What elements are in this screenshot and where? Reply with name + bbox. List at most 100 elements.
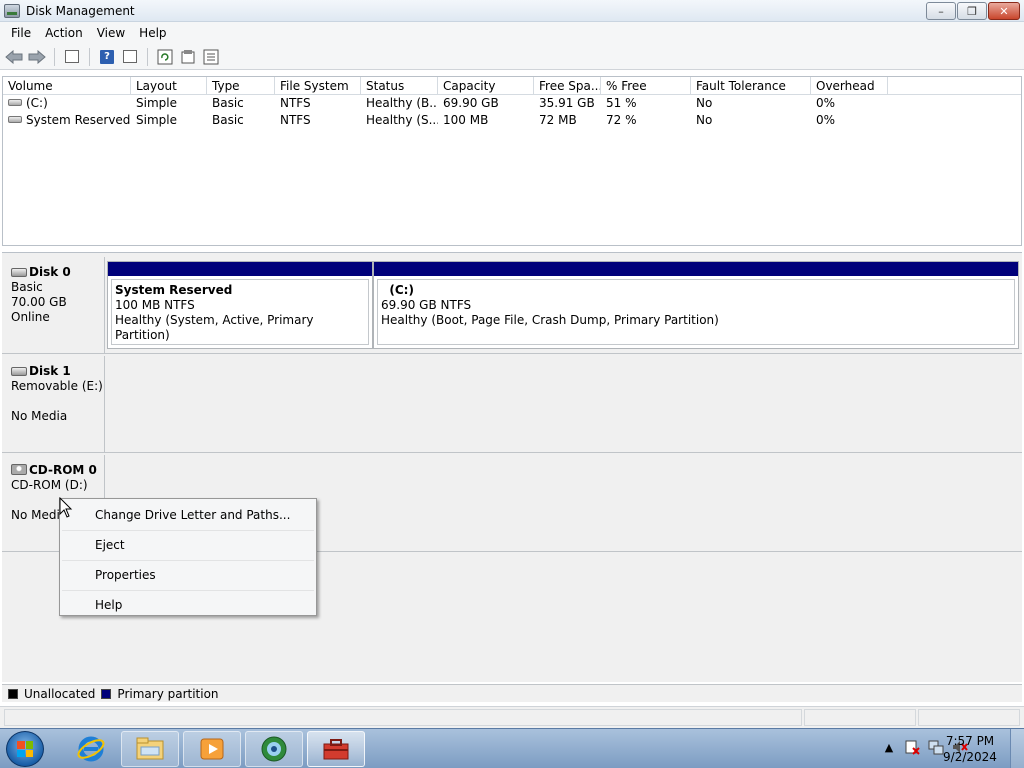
- media-player-icon: [200, 738, 224, 760]
- column-header-overhead[interactable]: Overhead: [811, 77, 888, 95]
- volume-icon: [8, 99, 22, 106]
- taskbar-internet-explorer[interactable]: [62, 731, 120, 767]
- disk-label-disk-0[interactable]: Disk 0 Basic 70.00 GB Online: [2, 257, 105, 353]
- menu-action[interactable]: Action: [38, 26, 90, 40]
- disk-type: CD-ROM (D:): [11, 478, 88, 492]
- taskbar-clock[interactable]: 7:57 PM 9/2/2024: [940, 733, 1000, 765]
- partition-size: 100 MB NTFS: [115, 298, 195, 312]
- help-icon: ?: [100, 49, 114, 64]
- menu-item-properties[interactable]: Properties: [62, 561, 314, 591]
- partition-body: (C:) 69.90 GB NTFS Healthy (Boot, Page F…: [377, 279, 1015, 345]
- column-header-layout[interactable]: Layout: [131, 77, 207, 95]
- maximize-button[interactable]: ❐: [957, 2, 987, 20]
- title-bar[interactable]: Disk Management – ❐ ✕: [0, 0, 1024, 22]
- capacity-cell: 69.90 GB: [443, 96, 499, 110]
- internet-explorer-icon: [77, 736, 105, 762]
- volume-cell: System Reserved: [3, 112, 131, 129]
- clock-time: 7:57 PM: [945, 734, 995, 748]
- file-system-cell: NTFS: [280, 96, 311, 110]
- partition-body: System Reserved 100 MB NTFS Healthy (Sys…: [111, 279, 369, 345]
- show-hide-action-pane-button[interactable]: [120, 47, 140, 67]
- help-button[interactable]: ?: [97, 47, 117, 67]
- column-header-type[interactable]: Type: [207, 77, 275, 95]
- minimize-button[interactable]: –: [926, 2, 956, 20]
- column-header-free-space[interactable]: Free Spa...: [534, 77, 601, 95]
- export-list-button[interactable]: [201, 47, 221, 67]
- column-header-file-system[interactable]: File System: [275, 77, 361, 95]
- column-header-volume[interactable]: Volume: [3, 77, 131, 95]
- close-button[interactable]: ✕: [988, 2, 1020, 20]
- status-cell: Healthy (S...: [366, 113, 438, 127]
- volume-cell: (C:): [3, 95, 131, 112]
- menu-help[interactable]: Help: [132, 26, 173, 40]
- taskbar-media-player[interactable]: [183, 731, 241, 767]
- clock-date: 9/2/2024: [943, 750, 997, 764]
- legend: Unallocated Primary partition: [2, 684, 1022, 702]
- taskbar-computer-management[interactable]: [307, 731, 365, 767]
- disk-size: 70.00 GB: [11, 295, 67, 309]
- partition-c-drive[interactable]: (C:) 69.90 GB NTFS Healthy (Boot, Page F…: [373, 261, 1019, 349]
- table-row[interactable]: System Reserved Simple Basic NTFS Health…: [3, 112, 1021, 129]
- menu-file[interactable]: File: [4, 26, 38, 40]
- start-button[interactable]: [6, 731, 44, 767]
- disk-name: Disk 0: [29, 265, 71, 279]
- action-center-icon[interactable]: [904, 739, 920, 755]
- taskbar-windows-explorer[interactable]: [121, 731, 179, 767]
- percent-free-cell: 51 %: [606, 96, 637, 110]
- show-hidden-icons-arrow[interactable]: ▲: [882, 740, 896, 754]
- windows-explorer-icon: [136, 737, 164, 760]
- status-pane: [4, 709, 802, 726]
- percent-free-cell: 72 %: [606, 113, 637, 127]
- windows-media-center-icon: [261, 736, 287, 762]
- back-arrow-icon: [5, 49, 23, 64]
- disk-management-app-icon[interactable]: [4, 3, 20, 18]
- console-tree-icon: [65, 50, 79, 63]
- volume-icon: [8, 116, 22, 123]
- taskbar-media-center[interactable]: [245, 731, 303, 767]
- disk-type: Removable (E:): [11, 379, 103, 393]
- refresh-button[interactable]: [155, 47, 175, 67]
- fault-tolerance-cell: No: [696, 96, 713, 110]
- table-row[interactable]: (C:) Simple Basic NTFS Healthy (B... 69.…: [3, 95, 1021, 112]
- menu-item-eject[interactable]: Eject: [62, 531, 314, 561]
- show-desktop-button[interactable]: [1010, 729, 1024, 768]
- disk-row-disk-0: Disk 0 Basic 70.00 GB Online System Rese…: [2, 257, 1022, 353]
- partition-status: Healthy (System, Active, Primary Partiti…: [115, 313, 314, 342]
- computer-management-icon: [323, 739, 349, 760]
- legend-primary-partition-label: Primary partition: [117, 686, 219, 701]
- overhead-cell: 0%: [816, 113, 836, 127]
- column-header-capacity[interactable]: Capacity: [438, 77, 534, 95]
- fault-tolerance-cell: No: [696, 113, 713, 127]
- partition-name: (C:): [389, 283, 414, 297]
- menu-view[interactable]: View: [90, 26, 132, 40]
- layout-cell: Simple: [136, 96, 177, 110]
- volume-list: Volume Layout Type File System Status Ca…: [2, 76, 1022, 246]
- disk-label-disk-1[interactable]: Disk 1 Removable (E:) No Media: [2, 356, 105, 452]
- menu-item-help[interactable]: Help: [62, 591, 314, 621]
- mouse-cursor-icon: [59, 497, 73, 518]
- partition-size: 69.90 GB NTFS: [381, 298, 472, 312]
- window-controls: – ❐ ✕: [926, 2, 1020, 20]
- free-space-cell: 72 MB: [539, 113, 577, 127]
- removable-disk-icon: [11, 367, 27, 376]
- menu-item-change-drive-letter[interactable]: Change Drive Letter and Paths...: [62, 501, 314, 531]
- action-pane-icon: [123, 50, 137, 63]
- column-header-fault-tolerance[interactable]: Fault Tolerance: [691, 77, 811, 95]
- back-button[interactable]: [4, 47, 24, 67]
- column-header-percent-free[interactable]: % Free: [601, 77, 691, 95]
- forward-button[interactable]: [27, 47, 47, 67]
- show-hide-console-tree-button[interactable]: [62, 47, 82, 67]
- column-header-status[interactable]: Status: [361, 77, 438, 95]
- properties-button[interactable]: [178, 47, 198, 67]
- toolbar: ?: [0, 44, 1024, 70]
- capacity-cell: 100 MB: [443, 113, 489, 127]
- context-menu: Change Drive Letter and Paths... Eject P…: [59, 498, 317, 616]
- primary-partition-bar: [108, 262, 372, 276]
- disk-status: Online: [11, 310, 50, 324]
- overhead-cell: 0%: [816, 96, 836, 110]
- volume-list-header: Volume Layout Type File System Status Ca…: [3, 77, 1021, 95]
- partition-name: System Reserved: [115, 283, 233, 297]
- status-pane: [918, 709, 1020, 726]
- primary-partition-bar: [374, 262, 1018, 276]
- partition-system-reserved[interactable]: System Reserved 100 MB NTFS Healthy (Sys…: [107, 261, 373, 349]
